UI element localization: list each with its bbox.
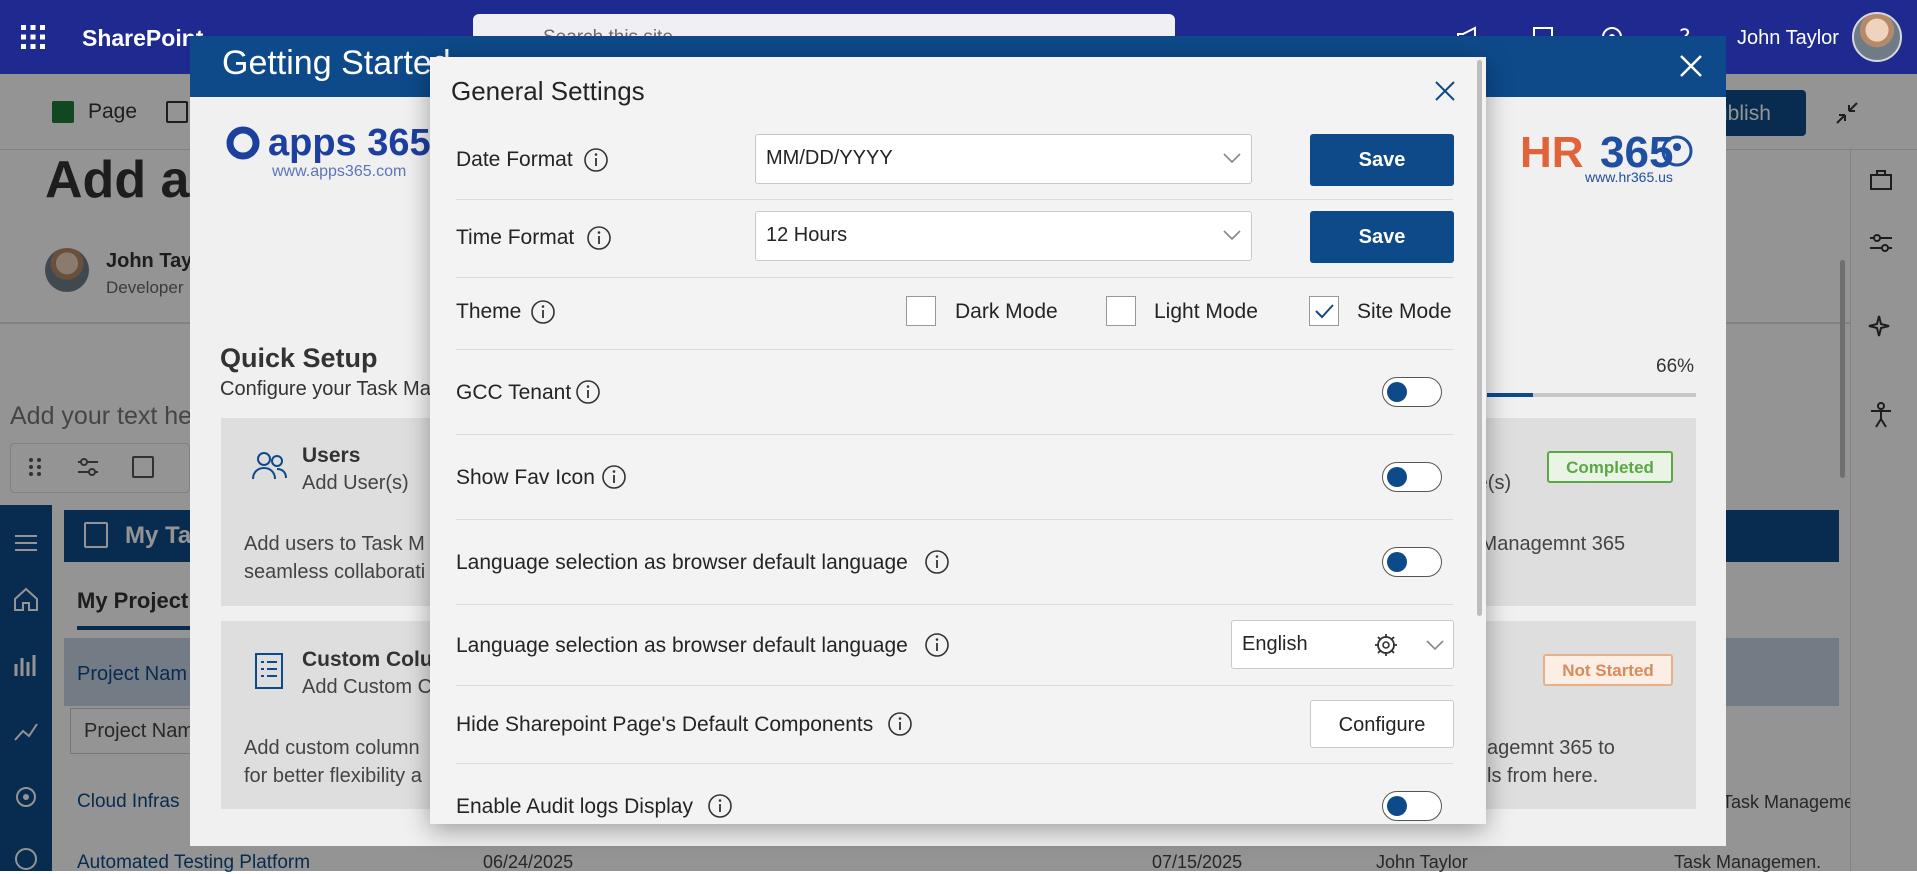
toggle-knob [1387,382,1407,402]
setup-progress-fill [1487,393,1533,397]
info-icon[interactable] [586,225,612,251]
quick-setup-title: Quick Setup [220,343,378,373]
row-divider [456,199,1453,200]
row-divider [456,349,1453,350]
show-fav-icon-toggle[interactable] [1382,462,1442,492]
language-browser-default-toggle[interactable] [1382,547,1442,577]
language-select-label: Language selection as browser default la… [456,634,908,657]
configure-button[interactable]: Configure [1310,700,1454,748]
chevron-down-icon [1222,152,1242,164]
user-avatar[interactable] [1852,12,1902,62]
row-divider [456,763,1453,764]
theme-label: Theme [456,300,522,323]
row-divider [456,277,1453,278]
general-settings-title: General Settings [451,76,645,106]
card-description-right: agemnt 365 to [1487,737,1615,759]
row-divider [456,434,1453,435]
time-format-label: Time Format [456,226,575,249]
card-description: seamless collaborati [244,561,426,583]
date-format-label: Date Format [456,148,573,171]
card-title: Custom Colu [302,648,433,671]
app-launcher-icon[interactable] [18,22,48,52]
toggle-knob [1387,552,1407,572]
info-icon[interactable] [887,711,913,737]
row-divider [456,604,1453,605]
card-description: for better flexibility a [244,765,422,787]
info-icon[interactable] [530,299,556,325]
gcc-tenant-toggle[interactable] [1382,377,1442,407]
status-badge: Completed [1547,451,1673,483]
toggle-knob [1387,796,1407,816]
info-icon[interactable] [575,379,601,405]
dark-mode-checkbox[interactable] [906,296,936,326]
apps365-logo-icon [226,126,260,160]
time-format-save-button[interactable]: Save [1310,211,1454,263]
hr365-logo-a: HR [1520,128,1584,177]
language-select[interactable]: English [1231,620,1454,669]
chevron-down-icon [1222,229,1242,241]
apps365-url: www.apps365.com [272,163,407,180]
info-icon[interactable] [583,147,609,173]
card-description-right: k Managemnt 365 [1465,533,1626,555]
hide-sp-components-label: Hide Sharepoint Page's Default Component… [456,713,874,736]
general-settings-close-icon[interactable] [1430,76,1460,106]
audit-logs-toggle[interactable] [1382,791,1442,821]
getting-started-close-icon[interactable] [1673,48,1709,84]
light-mode-label: Light Mode [1154,300,1258,323]
info-icon[interactable] [924,632,950,658]
language-settings-gear-icon[interactable] [1373,632,1399,658]
card-description-right: ls from here. [1487,765,1599,787]
info-icon[interactable] [707,793,733,819]
date-format-save-button[interactable]: Save [1310,134,1454,186]
language-browser-default-label: Language selection as browser default la… [456,551,908,574]
info-icon[interactable] [924,549,950,575]
getting-started-title: Getting Started [222,44,451,82]
user-name[interactable]: John Taylor [1737,27,1839,50]
card-description: Add users to Task M [244,533,425,555]
audit-logs-label: Enable Audit logs Display [456,795,693,818]
hr365-badge-icon [1660,134,1694,168]
quick-setup-subtitle: Configure your Task Ma [220,378,431,400]
chevron-down-icon [1425,639,1445,651]
apps365-logo: apps 365 [268,122,431,164]
date-format-select[interactable]: MM/DD/YYYY [755,134,1252,184]
row-divider [456,519,1453,520]
status-badge: Not Started [1543,654,1673,686]
users-icon [250,447,288,485]
row-divider [456,685,1453,686]
toggle-knob [1387,467,1407,487]
site-mode-label: Site Mode [1357,300,1452,323]
card-title: Users [302,444,361,467]
hr365-url: www.hr365.us [1585,169,1673,185]
document-list-icon [254,652,284,690]
site-mode-checkbox[interactable] [1309,296,1339,326]
show-fav-icon-label: Show Fav Icon [456,466,595,489]
card-subtitle: Add User(s) [302,472,409,494]
setup-progress-text: 66% [1656,356,1695,377]
gcc-tenant-label: GCC Tenant [456,381,572,404]
info-icon[interactable] [601,464,627,490]
time-format-select[interactable]: 12 Hours [755,211,1252,261]
brand-name[interactable]: SharePoint [82,25,203,52]
checkmark-icon [1315,304,1334,319]
settings-scrollbar[interactable] [1477,60,1482,616]
dark-mode-label: Dark Mode [955,300,1058,323]
card-description: Add custom column [244,737,420,759]
light-mode-checkbox[interactable] [1106,296,1136,326]
card-subtitle: Add Custom C [302,676,433,698]
